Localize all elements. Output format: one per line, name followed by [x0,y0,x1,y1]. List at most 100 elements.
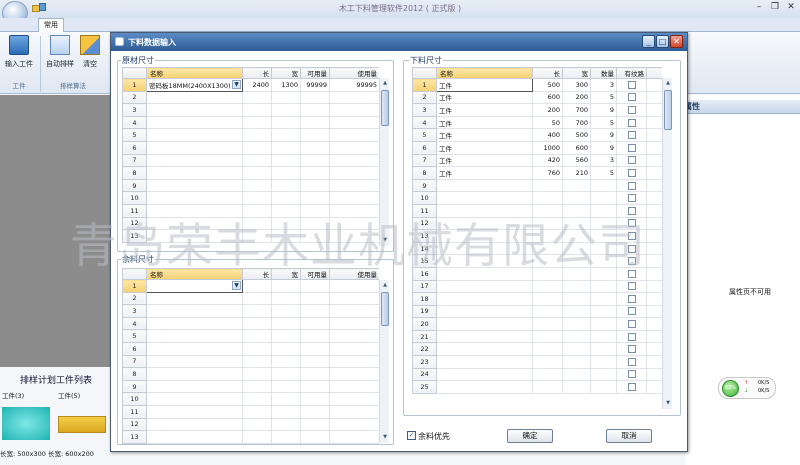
available-cell[interactable] [300,229,330,243]
length-cell[interactable]: 600 [532,90,563,105]
width-cell[interactable] [271,191,301,205]
used-cell[interactable] [329,430,379,444]
quantity-cell[interactable] [590,266,617,281]
remnant-table-scrollbar[interactable]: ▲ ▼ [379,280,389,443]
table-row[interactable]: 8 [122,166,379,180]
width-cell[interactable] [271,404,301,419]
width-cell[interactable] [562,355,591,369]
quantity-cell[interactable] [590,203,617,218]
grain-cell[interactable] [616,216,647,231]
table-row[interactable]: 19 [412,304,662,319]
name-cell[interactable] [436,380,533,394]
grain-checkbox[interactable] [627,345,636,354]
grain-checkbox[interactable] [627,320,636,329]
name-cell[interactable] [146,417,243,432]
ok-button[interactable]: 确定 [507,429,553,443]
quantity-cell[interactable] [590,329,617,344]
length-cell[interactable] [532,216,563,231]
available-cell[interactable] [300,354,330,369]
chevron-down-icon[interactable]: ▼ [232,281,241,290]
table-row[interactable]: 12 [412,216,662,231]
table-row[interactable]: 10 [122,191,379,205]
name-cell[interactable] [146,304,243,318]
used-cell[interactable]: 99995 [329,78,379,92]
grain-cell[interactable] [616,367,647,382]
quick-access-toolbar[interactable] [32,3,46,14]
column-header[interactable]: 有纹路 [616,67,647,79]
table-row[interactable]: 21 [412,329,662,344]
quantity-cell[interactable]: 9 [590,140,617,155]
width-cell[interactable] [271,166,301,180]
scroll-down-icon[interactable]: ▼ [664,399,672,408]
available-cell[interactable] [300,291,330,306]
length-cell[interactable] [242,166,272,180]
quantity-cell[interactable]: 3 [590,153,617,168]
used-cell[interactable] [329,191,379,205]
grain-cell[interactable] [616,292,647,306]
grain-cell[interactable] [616,178,647,193]
name-cell[interactable] [436,241,533,256]
column-header[interactable]: 宽 [271,268,301,280]
quantity-cell[interactable] [590,178,617,193]
grain-checkbox[interactable] [627,383,636,392]
table-row[interactable]: 1 密码板18MM(2400X1300) ▼ 2400 1300 99999 99995 [122,78,379,92]
width-cell[interactable] [562,292,591,306]
used-cell[interactable] [329,128,379,142]
length-cell[interactable] [242,140,272,155]
name-cell[interactable]: 工件 [436,90,533,105]
table-row[interactable]: 4 工件 50 700 5 [412,115,662,130]
width-cell[interactable] [562,254,591,268]
minimize-icon[interactable]: – [752,1,766,13]
table-row[interactable]: 3 工件 200 700 9 [412,103,662,117]
scroll-down-icon[interactable]: ▼ [381,433,389,442]
grain-checkbox[interactable] [627,332,636,341]
quantity-cell[interactable] [590,367,617,382]
width-cell[interactable] [271,90,301,105]
table-row[interactable]: 2 [122,90,379,105]
quantity-cell[interactable] [590,216,617,231]
column-header[interactable]: 数量 [590,67,617,79]
grain-checkbox[interactable] [627,143,636,152]
width-cell[interactable] [562,304,591,319]
width-cell[interactable] [271,392,301,406]
width-cell[interactable] [271,203,301,218]
quantity-cell[interactable] [590,254,617,268]
available-cell[interactable] [300,103,330,117]
quantity-cell[interactable] [590,292,617,306]
name-cell[interactable] [146,341,243,356]
grain-checkbox[interactable] [627,257,636,266]
grain-checkbox[interactable] [627,370,636,379]
restore-icon[interactable]: ❐ [768,1,782,13]
table-row[interactable]: 1 ▼ [122,279,379,293]
used-cell[interactable] [329,229,379,243]
used-cell[interactable] [329,291,379,306]
name-cell[interactable] [436,317,533,331]
name-cell[interactable] [436,279,533,294]
part-thumbnail[interactable] [58,416,106,433]
width-cell[interactable] [562,266,591,281]
used-cell[interactable] [329,404,379,419]
used-cell[interactable] [329,417,379,432]
grain-checkbox[interactable] [627,219,636,228]
length-cell[interactable] [242,90,272,105]
grain-cell[interactable] [616,254,647,268]
table-row[interactable]: 18 [412,292,662,306]
name-cell[interactable] [436,203,533,218]
available-cell[interactable] [300,329,330,343]
grain-checkbox[interactable] [627,282,636,291]
table-row[interactable]: 12 [122,216,379,231]
length-cell[interactable] [532,254,563,268]
table-row[interactable]: 25 [412,380,662,394]
table-row[interactable]: 6 工件 1000 600 9 [412,140,662,155]
width-cell[interactable] [562,329,591,344]
grain-checkbox[interactable] [627,231,636,240]
name-cell[interactable] [146,90,243,105]
name-cell[interactable]: 工件 [436,128,533,142]
length-cell[interactable] [242,367,272,381]
scroll-up-icon[interactable]: ▲ [664,79,672,88]
table-row[interactable]: 2 [122,291,379,306]
length-cell[interactable] [242,341,272,356]
length-cell[interactable]: 50 [532,115,563,130]
used-cell[interactable] [329,279,379,293]
available-cell[interactable] [300,216,330,231]
